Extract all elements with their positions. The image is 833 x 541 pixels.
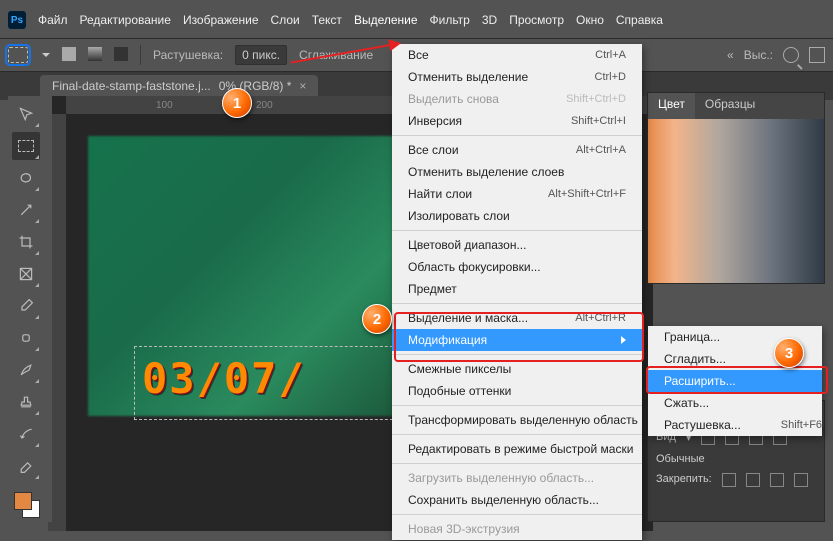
select-menu-dropdown: ВсеCtrl+A Отменить выделениеCtrl+D Выдел… (392, 44, 642, 540)
marquee-tool[interactable] (12, 132, 40, 160)
menu-item-all[interactable]: ВсеCtrl+A (392, 44, 642, 66)
menu-item-color-range[interactable]: Цветовой диапазон... (392, 234, 642, 256)
lock-all-icon[interactable] (794, 473, 808, 487)
width-label: Выс.: (744, 48, 773, 62)
menu-item-grow[interactable]: Смежные пикселы (392, 358, 642, 380)
crop-tool[interactable] (12, 228, 40, 256)
menu-item-load-selection: Загрузить выделенную область... (392, 467, 642, 489)
marquee-add-icon[interactable] (88, 47, 102, 64)
menu-item-inverse[interactable]: ИнверсияShift+Ctrl+I (392, 110, 642, 132)
feather-label: Растушевка: (153, 48, 223, 62)
tab-swatches[interactable]: Образцы (695, 93, 765, 119)
menu-item-deselect-layers[interactable]: Отменить выделение слоев (392, 161, 642, 183)
stamp-tool[interactable] (12, 388, 40, 416)
menu-3d[interactable]: 3D (482, 13, 497, 27)
tab-color[interactable]: Цвет (648, 93, 695, 119)
menu-item-deselect[interactable]: Отменить выделениеCtrl+D (392, 66, 642, 88)
toolbar (8, 96, 52, 522)
annotation-callout-3: 3 (774, 338, 804, 368)
menu-item-similar[interactable]: Подобные оттенки (392, 380, 642, 402)
menu-edit[interactable]: Редактирование (80, 13, 171, 27)
marquee-sub-icon[interactable] (114, 47, 128, 64)
annotation-callout-1: 1 (222, 88, 252, 118)
menu-item-save-selection[interactable]: Сохранить выделенную область... (392, 489, 642, 511)
menu-item-all-layers[interactable]: Все слоиAlt+Ctrl+A (392, 139, 642, 161)
date-stamp-text: 03/07/ (142, 354, 306, 403)
menu-layers[interactable]: Слои (271, 13, 300, 27)
document-title: Final-date-stamp-faststone.j... (52, 79, 211, 93)
menu-file[interactable]: Файл (38, 13, 68, 27)
lock-pos-icon[interactable] (770, 473, 784, 487)
menu-item-find-layers[interactable]: Найти слоиAlt+Shift+Ctrl+F (392, 183, 642, 205)
submenu-arrow-icon (621, 336, 626, 344)
brush-tool[interactable] (12, 356, 40, 384)
frame-tool[interactable] (12, 260, 40, 288)
tool-preset-chevron-icon[interactable] (42, 53, 50, 57)
color-panel: Цвет Образцы (647, 92, 825, 284)
workspace-icon[interactable] (809, 47, 825, 63)
blend-mode[interactable]: Обычные (656, 453, 705, 465)
menu-item-isolate-layers[interactable]: Изолировать слои (392, 205, 642, 227)
eyedropper-tool[interactable] (12, 292, 40, 320)
menu-item-3d-extrusion: Новая 3D-экструзия (392, 518, 642, 540)
lock-trans-icon[interactable] (722, 473, 736, 487)
lasso-tool[interactable] (12, 164, 40, 192)
menu-item-subject[interactable]: Предмет (392, 278, 642, 300)
color-swatches[interactable] (12, 490, 40, 518)
menu-image[interactable]: Изображение (183, 13, 259, 27)
annotation-callout-2: 2 (362, 304, 392, 334)
menu-item-select-and-mask[interactable]: Выделение и маска...Alt+Ctrl+R (392, 307, 642, 329)
menu-select[interactable]: Выделение (354, 13, 418, 27)
close-icon[interactable]: × (299, 79, 306, 93)
move-tool[interactable] (12, 100, 40, 128)
menu-item-transform-selection[interactable]: Трансформировать выделенную область (392, 409, 642, 431)
submenu-item-feather[interactable]: Растушевка...Shift+F6 (648, 414, 822, 436)
collapse-icon[interactable]: « (727, 48, 734, 62)
color-picker[interactable] (648, 119, 824, 283)
menu-filter[interactable]: Фильтр (430, 13, 470, 27)
submenu-item-expand[interactable]: Расширить... (648, 370, 822, 392)
lock-label: Закрепить: (656, 473, 712, 487)
menubar: Ps Файл Редактирование Изображение Слои … (0, 0, 833, 32)
menu-type[interactable]: Текст (312, 13, 342, 27)
marquee-new-icon[interactable] (62, 47, 76, 64)
menu-item-reselect: Выделить сноваShift+Ctrl+D (392, 88, 642, 110)
current-tool-icon[interactable] (8, 47, 28, 63)
document-tab[interactable]: Final-date-stamp-faststone.j... 0% (RGB/… (40, 75, 318, 97)
menu-view[interactable]: Просмотр (509, 13, 564, 27)
eraser-tool[interactable] (12, 452, 40, 480)
menu-help[interactable]: Справка (616, 13, 663, 27)
feather-value[interactable]: 0 пикс. (235, 45, 287, 65)
heal-tool[interactable] (12, 324, 40, 352)
menu-window[interactable]: Окно (576, 13, 604, 27)
menu-item-focus-area[interactable]: Область фокусировки... (392, 256, 642, 278)
menu-item-quick-mask[interactable]: Редактировать в режиме быстрой маски (392, 438, 642, 460)
wand-tool[interactable] (12, 196, 40, 224)
menu-item-modify[interactable]: Модификация (392, 329, 642, 351)
lock-pixels-icon[interactable] (746, 473, 760, 487)
history-brush-tool[interactable] (12, 420, 40, 448)
photoshop-logo: Ps (8, 11, 26, 29)
search-icon[interactable] (783, 47, 799, 63)
submenu-item-contract[interactable]: Сжать... (648, 392, 822, 414)
